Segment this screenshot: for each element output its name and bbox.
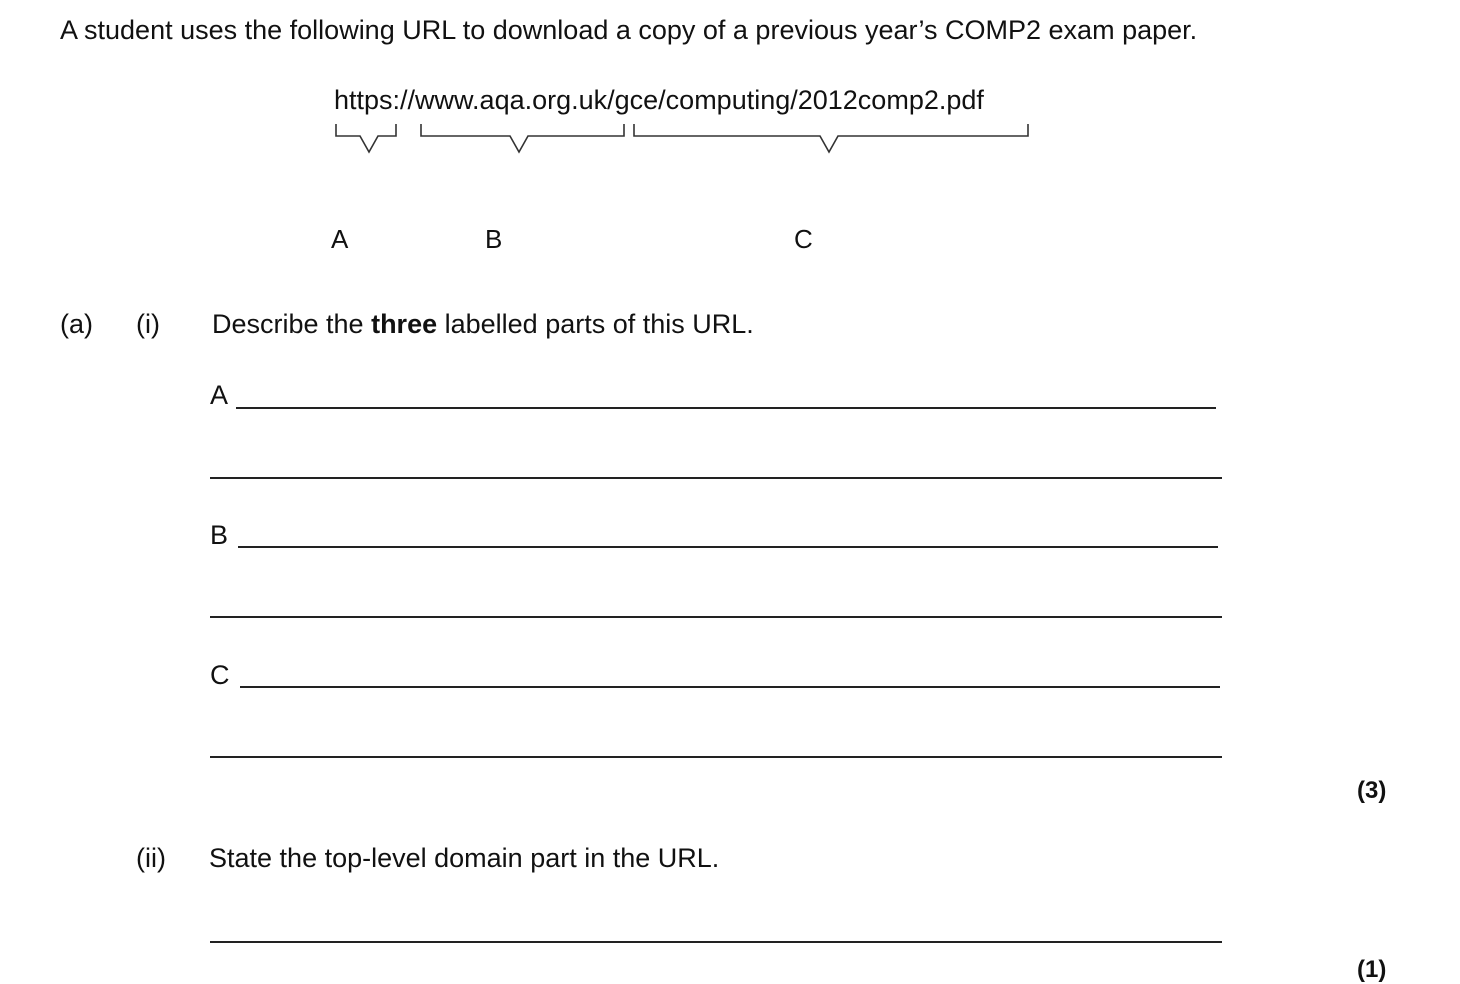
answer-label-a: A bbox=[210, 380, 229, 410]
question-number-a: (a) bbox=[60, 309, 93, 339]
answer-line-b-1[interactable] bbox=[238, 546, 1218, 548]
question-part-i-label: (i) bbox=[136, 309, 160, 339]
answer-line-b-2[interactable] bbox=[210, 616, 1222, 618]
question-text-end: labelled parts of this URL. bbox=[437, 309, 754, 339]
url-braces bbox=[335, 124, 1029, 154]
question-part-i-text: Describe the three labelled parts of thi… bbox=[212, 309, 754, 340]
brace-a bbox=[335, 124, 397, 154]
answer-line-c-2[interactable] bbox=[210, 756, 1222, 758]
question-text-bold: three bbox=[371, 309, 438, 339]
url-part-label-a: A bbox=[331, 224, 349, 254]
answer-label-b: B bbox=[210, 520, 229, 550]
answer-line-a-2[interactable] bbox=[210, 477, 1222, 479]
question-part-ii-text: State the top-level domain part in the U… bbox=[209, 843, 720, 873]
marks-part-i: (3) bbox=[1357, 777, 1387, 804]
question-text-start: Describe the bbox=[212, 309, 372, 339]
answer-line-ii[interactable] bbox=[210, 941, 1222, 943]
brace-c bbox=[633, 124, 1029, 154]
answer-label-c: C bbox=[210, 660, 230, 690]
marks-part-ii: (1) bbox=[1357, 956, 1387, 983]
answer-line-a-1[interactable] bbox=[236, 407, 1216, 409]
question-part-ii-label: (ii) bbox=[136, 843, 166, 873]
url-part-label-c: C bbox=[794, 224, 813, 254]
answer-line-c-1[interactable] bbox=[240, 686, 1220, 688]
url-part-label-b: B bbox=[485, 224, 503, 254]
brace-b bbox=[420, 124, 625, 154]
